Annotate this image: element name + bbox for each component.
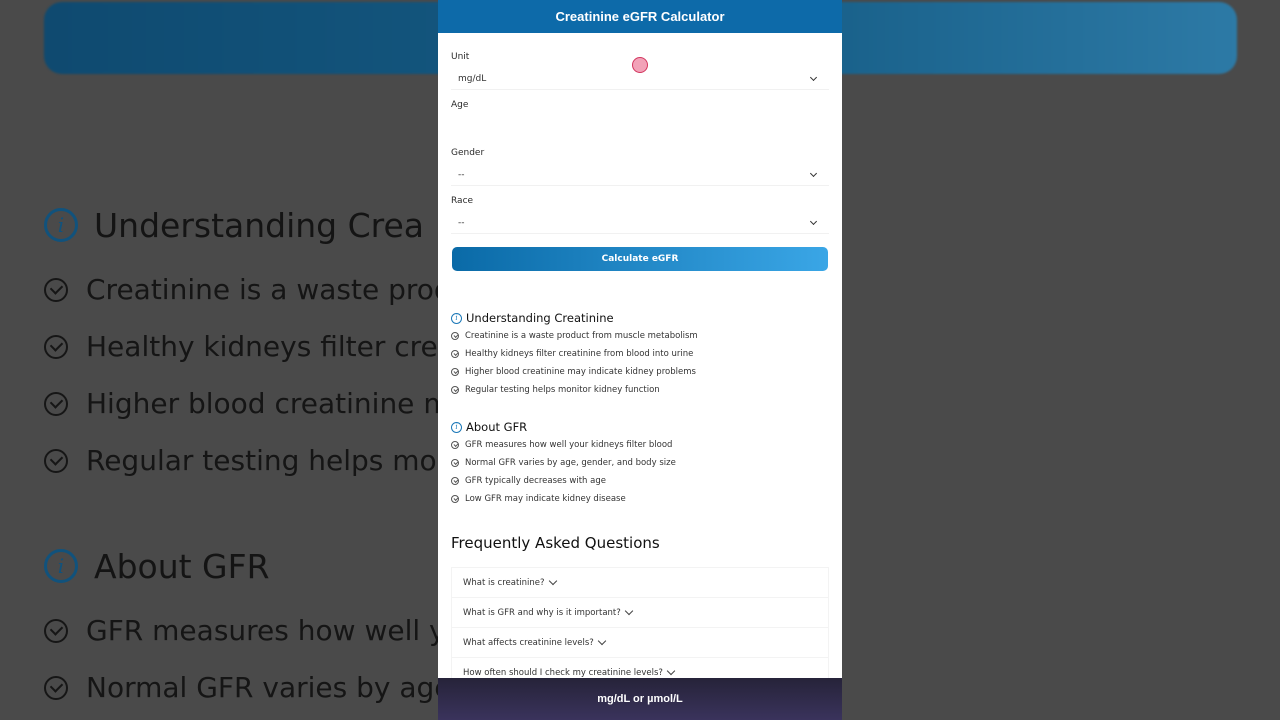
check-icon — [44, 618, 68, 643]
list-item-text: Healthy kidneys filter creatinine from b… — [465, 349, 694, 359]
app-title: Creatinine eGFR Calculator — [555, 9, 725, 24]
list-item: Creatinine is a waste product from muscl… — [451, 327, 829, 345]
background-item-text: Healthy kidneys filter creat — [86, 330, 466, 363]
check-circle-icon — [451, 477, 459, 485]
info-icon: i — [44, 208, 78, 242]
background-item-text: Higher blood creatinine ma — [86, 387, 468, 420]
background-heading: i About GFR — [44, 546, 463, 586]
list-item: GFR typically decreases with age — [451, 472, 829, 490]
calculator-panel: Creatinine eGFR Calculator Unit mg/dL Ag… — [438, 0, 842, 720]
list-item-text: GFR typically decreases with age — [465, 476, 606, 486]
list-item-text: GFR measures how well your kidneys filte… — [465, 440, 673, 450]
chevron-down-icon — [597, 636, 607, 645]
check-circle-icon — [451, 350, 459, 358]
understanding-creatinine-section: i Understanding Creatinine Creatinine is… — [438, 309, 842, 399]
gender-label: Gender — [451, 148, 485, 158]
faq-question: What is creatinine? — [463, 577, 545, 588]
list-item: Normal GFR varies by age, gender, and bo… — [451, 454, 829, 472]
faq-item[interactable]: What affects creatinine levels? — [452, 628, 828, 658]
caption-text: mg/dL or µmol/L — [597, 693, 683, 705]
faq-item[interactable]: What is creatinine? — [452, 568, 828, 598]
check-icon — [44, 334, 68, 359]
check-circle-icon — [451, 459, 459, 467]
chevron-down-icon — [809, 217, 818, 225]
check-icon — [44, 675, 68, 700]
background-item-text: Normal GFR varies by age, — [86, 671, 461, 704]
background-item: Higher blood creatinine ma — [44, 375, 469, 432]
background-item-text: Creatinine is a waste produ — [86, 273, 470, 306]
check-icon — [44, 448, 68, 473]
chevron-down-icon — [548, 576, 557, 585]
list-item: Higher blood creatinine may indicate kid… — [451, 363, 829, 381]
background-heading-text: About GFR — [94, 546, 270, 586]
race-label: Race — [451, 196, 474, 206]
gender-select-value: -- — [458, 169, 465, 180]
info-icon: i — [451, 312, 462, 324]
list-item: Healthy kidneys filter creatinine from b… — [451, 345, 829, 363]
check-icon — [44, 277, 68, 302]
race-select-value: -- — [458, 217, 465, 228]
list-item-text: Creatinine is a waste product from muscl… — [465, 331, 698, 341]
faq-item[interactable]: What is GFR and why is it important? — [452, 598, 828, 628]
faq-question: How often should I check my creatinine l… — [463, 667, 663, 678]
app-header: Creatinine eGFR Calculator — [438, 0, 842, 33]
check-circle-icon — [451, 386, 459, 394]
section-heading: i Understanding Creatinine — [451, 309, 829, 327]
check-circle-icon — [451, 368, 459, 376]
list-item-text: Normal GFR varies by age, gender, and bo… — [465, 458, 676, 468]
info-icon: i — [451, 421, 462, 433]
background-item: Creatinine is a waste produ — [44, 261, 469, 318]
list-item: Regular testing helps monitor kidney fun… — [451, 381, 829, 399]
chevron-down-icon — [666, 666, 676, 675]
age-input[interactable] — [451, 116, 829, 138]
list-item: Low GFR may indicate kidney disease — [451, 490, 829, 508]
background-item-text: GFR measures how well yo — [86, 614, 463, 647]
background-item: GFR measures how well yo — [44, 602, 463, 659]
background-item: Healthy kidneys filter creat — [44, 318, 469, 375]
background-section-gfr: i About GFR GFR measures how well yo Nor… — [44, 546, 463, 716]
section-heading-text: About GFR — [466, 420, 528, 434]
faq-heading: Frequently Asked Questions — [451, 534, 660, 552]
race-select[interactable]: -- — [451, 212, 829, 234]
background-item-text: Regular testing helps mon — [86, 444, 455, 477]
age-label: Age — [451, 100, 469, 110]
list-item: GFR measures how well your kidneys filte… — [451, 436, 829, 454]
list-item-text: Regular testing helps monitor kidney fun… — [465, 385, 660, 395]
section-heading-text: Understanding Creatinine — [466, 311, 614, 325]
background-item: Normal GFR varies by age, — [44, 659, 463, 716]
check-circle-icon — [451, 441, 459, 449]
background-heading-text: Understanding Crea — [94, 205, 425, 245]
list-item-text: Higher blood creatinine may indicate kid… — [465, 367, 696, 377]
background-item: Regular testing helps mon — [44, 432, 469, 489]
list-item-text: Low GFR may indicate kidney disease — [465, 494, 626, 504]
background-heading: i Understanding Crea — [44, 205, 469, 245]
chevron-down-icon — [809, 169, 818, 177]
calculate-egfr-button[interactable]: Calculate eGFR — [452, 247, 828, 271]
about-gfr-section: i About GFR GFR measures how well your k… — [438, 418, 842, 508]
faq-question: What affects creatinine levels? — [463, 637, 594, 648]
chevron-down-icon — [809, 73, 818, 81]
gender-select[interactable]: -- — [451, 164, 829, 186]
faq-question: What is GFR and why is it important? — [463, 607, 621, 618]
pointer-cursor — [632, 57, 648, 73]
unit-select-value: mg/dL — [458, 73, 487, 84]
info-icon: i — [44, 549, 78, 583]
section-heading: i About GFR — [451, 418, 829, 436]
faq-list: What is creatinine? What is GFR and why … — [451, 567, 829, 688]
caption-bar: mg/dL or µmol/L — [438, 678, 842, 720]
background-section-understanding: i Understanding Crea Creatinine is a was… — [44, 205, 469, 489]
chevron-down-icon — [624, 606, 634, 615]
check-icon — [44, 391, 68, 416]
check-circle-icon — [451, 495, 459, 503]
check-circle-icon — [451, 332, 459, 340]
